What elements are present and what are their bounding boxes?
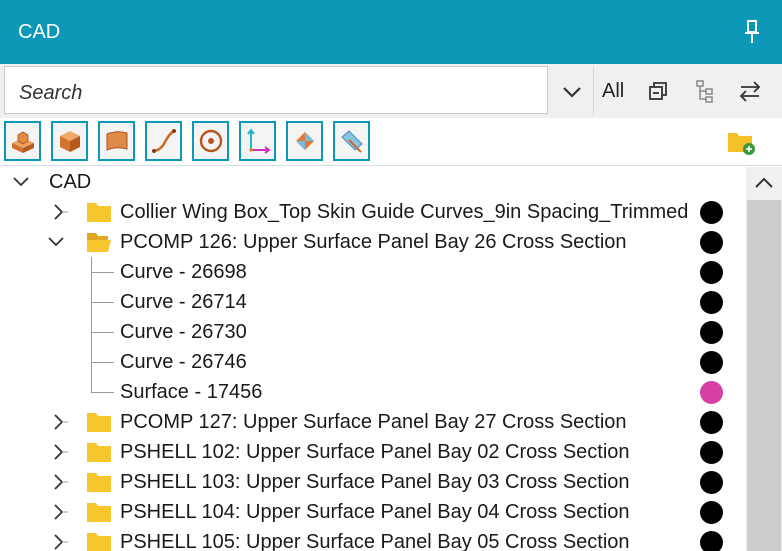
tree-item-curve[interactable]: Curve - 26730: [0, 317, 745, 347]
color-indicator[interactable]: [700, 441, 723, 464]
pin-icon[interactable]: [744, 20, 760, 44]
folder-open-icon: [87, 233, 111, 252]
tree-item-label: PSHELL 103: Upper Surface Panel Bay 03 C…: [120, 471, 630, 493]
tree-item-folder[interactable]: PSHELL 103: Upper Surface Panel Bay 03 C…: [0, 467, 745, 497]
tree-item-folder[interactable]: PCOMP 126: Upper Surface Panel Bay 26 Cr…: [0, 227, 745, 257]
color-indicator[interactable]: [700, 321, 723, 344]
filter-solid-extrude-button[interactable]: [4, 121, 41, 161]
tree-item-folder[interactable]: PSHELL 105: Upper Surface Panel Bay 05 C…: [0, 527, 745, 551]
tree-root-label: CAD: [49, 171, 92, 193]
panel-header: CAD: [0, 0, 782, 64]
chevron-right-icon[interactable]: [50, 442, 68, 462]
chevron-down-icon[interactable]: [12, 172, 30, 192]
hierarchy-icon[interactable]: [692, 78, 718, 104]
point-icon: [199, 129, 223, 153]
filter-all-button[interactable]: All: [602, 80, 624, 103]
filter-curve-button[interactable]: [145, 121, 182, 161]
tree-item-label: PSHELL 104: Upper Surface Panel Bay 04 C…: [120, 501, 630, 523]
search-placeholder: Search: [19, 82, 83, 104]
tree-item-curve[interactable]: Curve - 26714: [0, 287, 745, 317]
tree-item-folder[interactable]: PSHELL 102: Upper Surface Panel Bay 02 C…: [0, 437, 745, 467]
search-input[interactable]: Search: [4, 66, 548, 114]
tree-item-label: Surface - 17456: [120, 381, 263, 403]
tree-item-label: PCOMP 126: Upper Surface Panel Bay 26 Cr…: [120, 231, 627, 253]
axis-system-icon: [247, 128, 271, 154]
swap-icon[interactable]: [737, 78, 763, 104]
color-indicator[interactable]: [700, 291, 723, 314]
divider: [593, 66, 594, 116]
color-indicator[interactable]: [700, 471, 723, 494]
filter-plane-button[interactable]: [333, 121, 370, 161]
folder-icon: [87, 473, 111, 492]
scrollbar-thumb[interactable]: [747, 200, 781, 551]
tree-item-curve[interactable]: Curve - 26698: [0, 257, 745, 287]
tree-item-label: PSHELL 102: Upper Surface Panel Bay 02 C…: [120, 441, 630, 463]
folder-icon: [87, 413, 111, 432]
tree-item-curve[interactable]: Curve - 26746: [0, 347, 745, 377]
tree-item-folder[interactable]: Collier Wing Box_Top Skin Guide Curves_9…: [0, 197, 745, 227]
transform-icon: [296, 132, 314, 150]
geometry-filter-toolbar: [0, 118, 782, 166]
chevron-right-icon[interactable]: [50, 412, 68, 432]
tree-root[interactable]: CAD: [0, 167, 745, 197]
color-indicator[interactable]: [700, 351, 723, 374]
filter-solid-box-button[interactable]: [51, 121, 88, 161]
tree-item-surface[interactable]: Surface - 17456: [0, 377, 745, 407]
panel-title: CAD: [18, 21, 61, 43]
surface-icon: [106, 131, 128, 151]
folder-icon: [87, 203, 111, 222]
tree-item-label: Curve - 26746: [120, 351, 247, 373]
solid-box-icon: [60, 131, 80, 152]
tree-item-label: PCOMP 127: Upper Surface Panel Bay 27 Cr…: [120, 411, 627, 433]
collapse-all-icon[interactable]: [646, 78, 672, 104]
color-indicator[interactable]: [700, 501, 723, 524]
folder-icon: [87, 443, 111, 462]
tree-item-label: Collier Wing Box_Top Skin Guide Curves_9…: [120, 201, 689, 223]
color-indicator[interactable]: [700, 231, 723, 254]
folder-icon: [87, 533, 111, 551]
tree-item-folder[interactable]: PCOMP 127: Upper Surface Panel Bay 27 Cr…: [0, 407, 745, 437]
filter-transform-button[interactable]: [286, 121, 323, 161]
vertical-scrollbar[interactable]: [746, 167, 782, 551]
color-indicator[interactable]: [700, 201, 723, 224]
solid-extrude-icon: [12, 131, 34, 153]
chevron-right-icon[interactable]: [50, 532, 68, 551]
color-indicator[interactable]: [700, 411, 723, 434]
filter-point-button[interactable]: [192, 121, 229, 161]
folder-icon: [87, 503, 111, 522]
chevron-right-icon[interactable]: [50, 502, 68, 522]
tree-item-label: Curve - 26730: [120, 321, 247, 343]
search-toolbar: Search All: [0, 64, 782, 118]
tree-item-folder[interactable]: PSHELL 104: Upper Surface Panel Bay 04 C…: [0, 497, 745, 527]
tree-item-label: Curve - 26714: [120, 291, 247, 313]
chevron-down-icon[interactable]: [558, 78, 586, 106]
chevron-right-icon[interactable]: [50, 202, 68, 222]
filter-surface-button[interactable]: [98, 121, 135, 161]
color-indicator[interactable]: [700, 381, 723, 404]
color-indicator[interactable]: [700, 261, 723, 284]
tree-item-label: PSHELL 105: Upper Surface Panel Bay 05 C…: [120, 531, 630, 551]
chevron-down-icon[interactable]: [47, 232, 65, 252]
chevron-right-icon[interactable]: [50, 472, 68, 492]
curve-icon: [152, 129, 176, 153]
cad-tree: CAD Collier Wing Box_Top Skin Guide Curv…: [0, 167, 745, 551]
filter-axis-system-button[interactable]: [239, 121, 276, 161]
plane-icon: [341, 130, 363, 153]
chevron-up-icon[interactable]: [752, 173, 776, 193]
new-folder-icon[interactable]: [726, 128, 756, 156]
color-indicator[interactable]: [700, 531, 723, 551]
tree-item-label: Curve - 26698: [120, 261, 247, 283]
